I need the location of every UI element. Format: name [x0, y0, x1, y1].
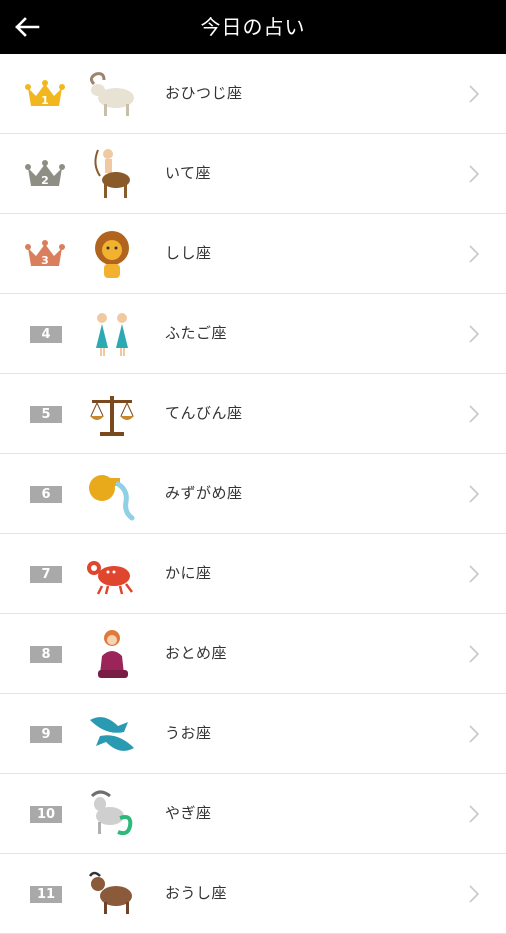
chevron-right-icon — [469, 565, 480, 583]
libra-scales-icon — [90, 396, 134, 436]
rank-number: 3 — [41, 254, 49, 267]
rank-badge: 6 — [30, 486, 62, 503]
bronze-crown-icon: 3 — [25, 240, 65, 267]
rank-number: 2 — [41, 174, 49, 187]
ranking-row[interactable]: 5 てんびん座 — [0, 374, 506, 454]
rank-badge: 4 — [30, 326, 62, 343]
sign-name: おひつじ座 — [165, 84, 243, 102]
rank-badge: 7 — [30, 566, 62, 583]
page-title: 今日の占い — [200, 15, 306, 39]
rank-badge: 8 — [30, 646, 62, 663]
sign-name: しし座 — [165, 244, 212, 262]
sign-name: いて座 — [165, 164, 212, 182]
sign-name: おとめ座 — [165, 644, 228, 662]
ranking-row[interactable]: 6 みずがめ座 — [0, 454, 506, 534]
ranking-row[interactable]: 8 おとめ座 — [0, 614, 506, 694]
app-header: 今日の占い — [0, 0, 506, 54]
chevron-right-icon — [469, 885, 480, 903]
gemini-twins-icon — [96, 313, 128, 356]
sign-name: おうし座 — [165, 884, 228, 902]
sign-name: やぎ座 — [165, 804, 212, 822]
rank-badge: 11 — [30, 886, 62, 903]
ranking-row[interactable]: 2 いて座 — [0, 134, 506, 214]
chevron-right-icon — [469, 485, 480, 503]
sign-name: かに座 — [165, 564, 212, 582]
ranking-list: 1 おひつじ座 2 いて座 3 しし座 4 ふたご座 5 てんびん座 6 みずが… — [0, 54, 506, 934]
chevron-right-icon — [469, 805, 480, 823]
chevron-right-icon — [469, 405, 480, 423]
rank-badge: 10 — [30, 806, 62, 823]
ranking-row[interactable]: 7 かに座 — [0, 534, 506, 614]
sign-name: みずがめ座 — [165, 484, 243, 502]
chevron-right-icon — [469, 325, 480, 343]
aquarius-pot-icon — [89, 475, 135, 521]
chevron-right-icon — [469, 85, 480, 103]
ranking-row[interactable]: 10 やぎ座 — [0, 774, 506, 854]
ranking-row[interactable]: 4 ふたご座 — [0, 294, 506, 374]
ranking-row[interactable]: 3 しし座 — [0, 214, 506, 294]
sign-name: てんびん座 — [165, 404, 243, 422]
aries-ram-icon — [89, 72, 134, 116]
ranking-row[interactable]: 11 おうし座 — [0, 854, 506, 934]
rank-badge: 9 — [30, 726, 62, 743]
leo-lion-icon — [95, 231, 129, 278]
ranking-row[interactable]: 9 うお座 — [0, 694, 506, 774]
capricorn-goat-icon — [90, 790, 133, 836]
sign-name: うお座 — [165, 724, 212, 742]
ranking-row[interactable]: 1 おひつじ座 — [0, 54, 506, 134]
chevron-right-icon — [469, 245, 480, 263]
chevron-right-icon — [469, 165, 480, 183]
rank-number: 1 — [41, 94, 49, 107]
taurus-bull-icon — [88, 871, 132, 914]
chevron-right-icon — [469, 725, 480, 743]
sign-name: ふたご座 — [165, 324, 228, 342]
pisces-fish-icon — [90, 717, 134, 751]
gold-crown-icon: 1 — [25, 80, 65, 107]
rank-badge: 5 — [30, 406, 62, 423]
cancer-crab-icon — [87, 561, 133, 595]
sagittarius-centaur-icon — [94, 149, 130, 198]
virgo-maiden-icon — [98, 630, 128, 678]
silver-crown-icon: 2 — [25, 160, 65, 187]
chevron-right-icon — [469, 645, 480, 663]
